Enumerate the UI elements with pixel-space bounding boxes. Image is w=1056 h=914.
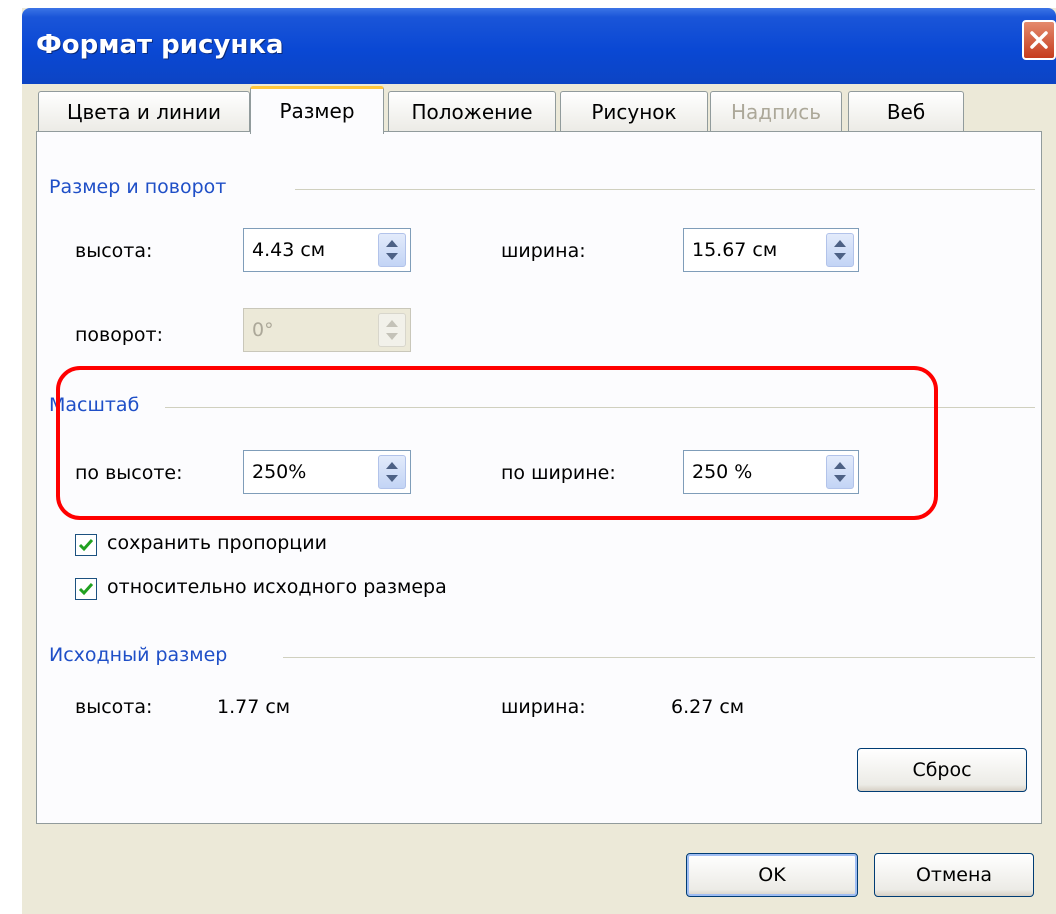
dialog-title: Формат рисунка (36, 30, 284, 60)
cancel-button[interactable]: Отмена (874, 853, 1034, 897)
width-label: ширина: (501, 240, 586, 262)
tab-label: Надпись (731, 100, 821, 124)
rotation-spinner: 0° (243, 308, 411, 352)
tab-size[interactable]: Размер (250, 86, 384, 134)
checkmark-icon (78, 583, 94, 596)
tab-label: Размер (279, 99, 355, 123)
spin-down-icon[interactable] (386, 253, 398, 260)
spin-down-icon (386, 333, 398, 340)
original-height-value: 1.77 см (217, 696, 291, 718)
spin-up-icon (386, 320, 398, 327)
group-divider (283, 657, 1035, 658)
tab-colors-lines[interactable]: Цвета и линии (38, 91, 250, 131)
ok-button-label: OK (758, 864, 786, 886)
scale-width-value: 250 % (692, 461, 753, 483)
rotation-spin-arrows (378, 313, 406, 347)
scale-group-title: Масштаб (49, 394, 140, 416)
reset-button[interactable]: Сброс (857, 748, 1027, 792)
original-size-group-title: Исходный размер (49, 644, 228, 666)
width-spinner[interactable]: 15.67 см (683, 228, 859, 272)
tab-text-box: Надпись (710, 91, 842, 131)
original-height-label: высота: (75, 696, 153, 718)
original-width-value: 6.27 см (671, 696, 745, 718)
lock-aspect-label[interactable]: сохранить пропорции (107, 532, 327, 554)
size-rotate-group-title: Размер и поворот (49, 176, 227, 198)
scale-height-spin-arrows[interactable] (378, 455, 406, 489)
spin-down-icon[interactable] (386, 475, 398, 482)
tab-picture[interactable]: Рисунок (560, 91, 708, 131)
scale-height-label: по высоте: (75, 462, 183, 484)
relative-original-checkbox[interactable] (75, 578, 97, 600)
checkmark-icon (78, 539, 94, 552)
height-spin-arrows[interactable] (378, 233, 406, 267)
reset-button-label: Сброс (912, 759, 972, 781)
spin-down-icon[interactable] (834, 253, 846, 260)
tab-label: Цвета и линии (66, 100, 222, 124)
ok-button[interactable]: OK (686, 853, 858, 897)
title-bar[interactable]: Формат рисунка (22, 8, 1056, 84)
group-divider (165, 407, 1035, 408)
spin-up-icon[interactable] (834, 240, 846, 247)
tab-label: Рисунок (591, 100, 677, 124)
tab-web[interactable]: Веб (848, 91, 964, 131)
group-divider (295, 189, 1035, 190)
close-button[interactable] (1022, 20, 1056, 60)
rotation-value: 0° (252, 319, 274, 341)
spin-up-icon[interactable] (834, 462, 846, 469)
spin-up-icon[interactable] (386, 462, 398, 469)
size-tab-panel: Размер и поворот высота: 4.43 см ширина:… (36, 131, 1042, 824)
scale-height-spinner[interactable]: 250% (243, 450, 411, 494)
height-value: 4.43 см (252, 239, 326, 261)
format-picture-dialog: Формат рисунка Цвета и линии Размер Поло… (22, 8, 1056, 914)
scale-height-value: 250% (252, 461, 307, 483)
spin-up-icon[interactable] (386, 240, 398, 247)
height-spinner[interactable]: 4.43 см (243, 228, 411, 272)
relative-original-label[interactable]: относительно исходного размера (107, 576, 447, 598)
width-spin-arrows[interactable] (826, 233, 854, 267)
scale-width-spin-arrows[interactable] (826, 455, 854, 489)
width-value: 15.67 см (692, 239, 778, 261)
tab-label: Положение (411, 100, 533, 124)
spin-down-icon[interactable] (834, 475, 846, 482)
tab-position[interactable]: Положение (388, 91, 556, 131)
close-icon (1030, 31, 1048, 49)
height-label: высота: (75, 240, 153, 262)
rotation-label: поворот: (75, 324, 164, 346)
original-width-label: ширина: (501, 696, 586, 718)
scale-width-spinner[interactable]: 250 % (683, 450, 859, 494)
scale-width-label: по ширине: (501, 462, 616, 484)
tab-label: Веб (886, 100, 926, 124)
cancel-button-label: Отмена (915, 864, 993, 886)
lock-aspect-checkbox[interactable] (75, 534, 97, 556)
